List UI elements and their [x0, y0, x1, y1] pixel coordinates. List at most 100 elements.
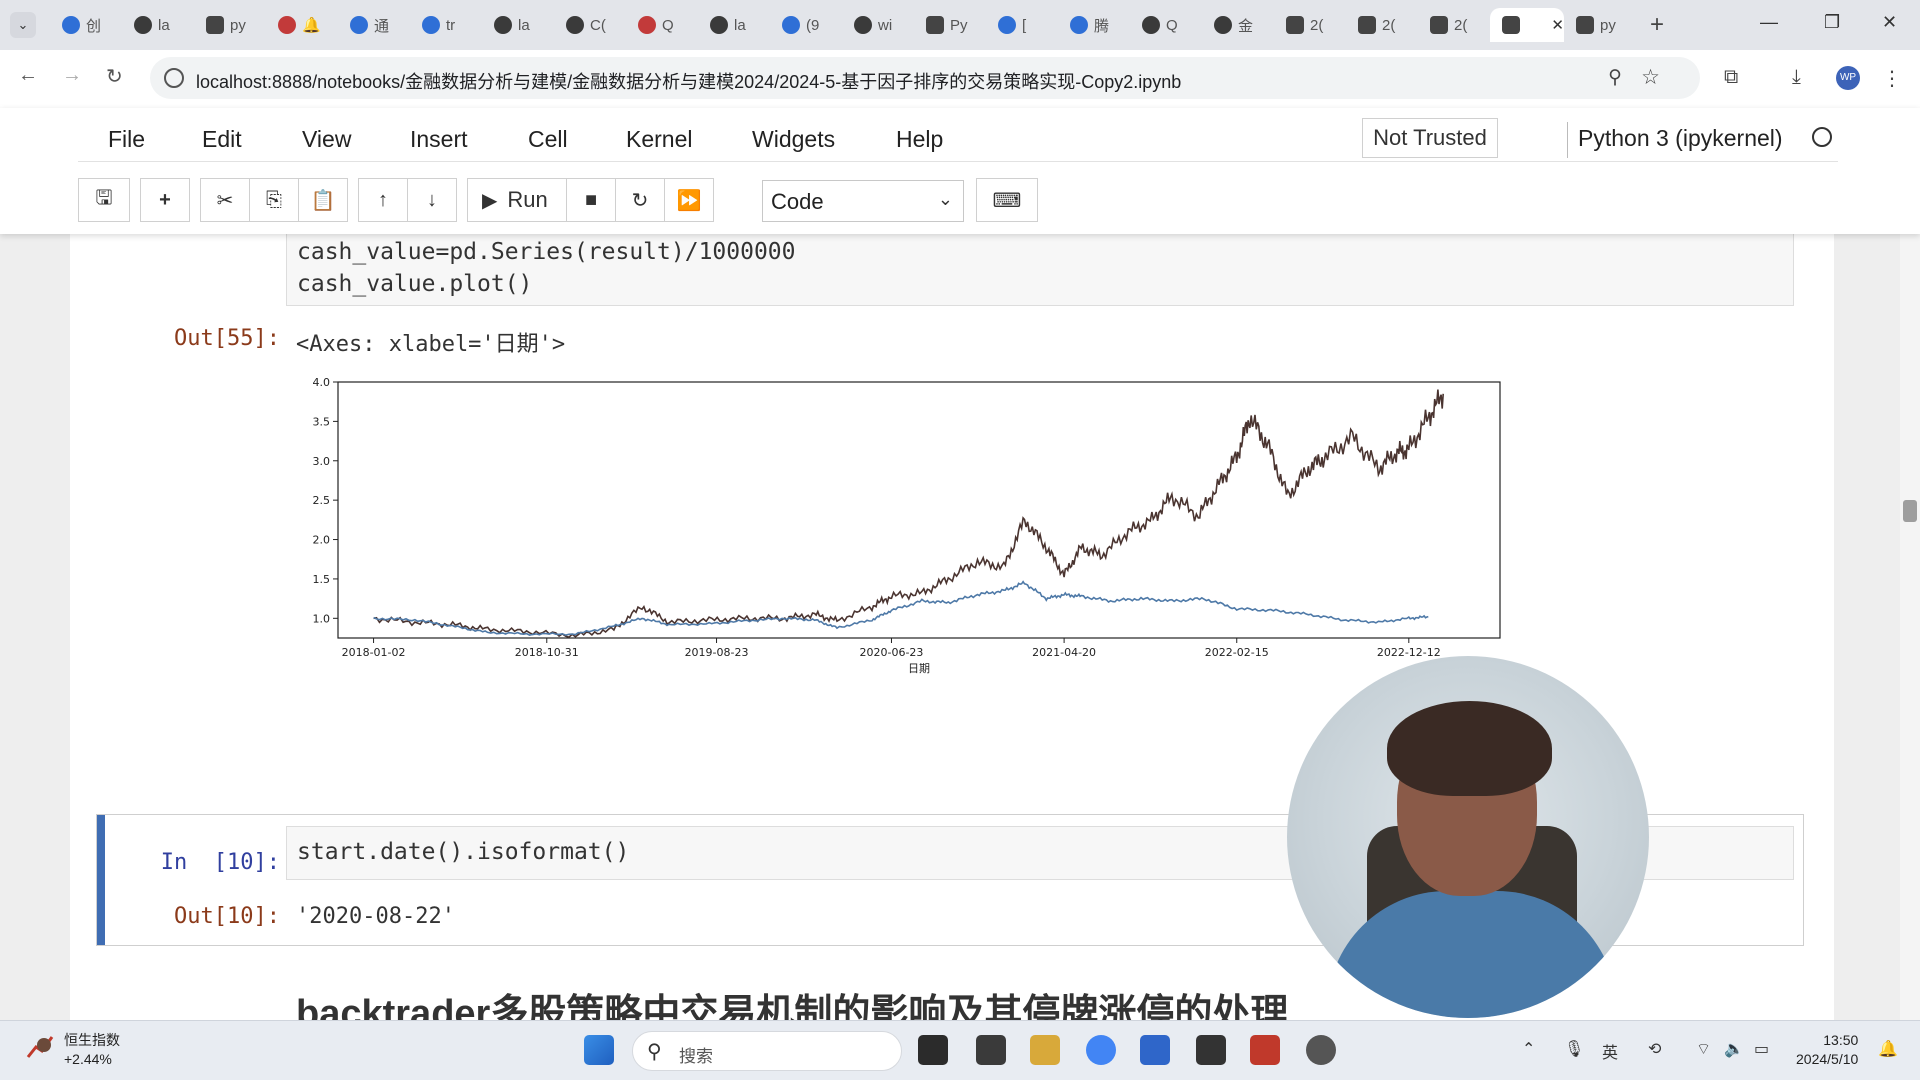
browser-tab-active[interactable]: ✕	[1490, 8, 1564, 42]
clock[interactable]: 13:50 2024/5/10	[1796, 1031, 1858, 1069]
menu-cell[interactable]: Cell	[528, 126, 568, 153]
menu-help[interactable]: Help	[896, 126, 943, 153]
more-menu-icon[interactable]: ⋮	[1882, 66, 1902, 91]
market-widget[interactable]: 恒生指数 +2.44%	[64, 1031, 120, 1069]
wifi-icon[interactable]: ⌔	[1696, 1039, 1711, 1059]
browser-tab[interactable]: 2(	[1274, 8, 1346, 42]
browser-tab[interactable]: 2(	[1418, 8, 1490, 42]
keyboard-shortcuts-icon[interactable]: ⌨	[976, 178, 1038, 222]
browser-tab[interactable]: Py	[914, 8, 986, 42]
restore-icon[interactable]: ❐	[1824, 12, 1840, 33]
browser-tab[interactable]: (9	[770, 8, 842, 42]
microphone-icon[interactable]: 🎙	[1564, 1039, 1584, 1059]
close-tab-icon[interactable]: ✕	[1551, 16, 1564, 34]
url-text[interactable]: localhost:8888/notebooks/金融数据分析与建模/金融数据分…	[196, 68, 1181, 94]
tab-title: (9	[806, 16, 820, 34]
browser-tab[interactable]: 腾	[1058, 8, 1130, 42]
volume-icon[interactable]: 🔈	[1724, 1039, 1744, 1059]
tray-chevron-up-icon[interactable]: ⌃	[1522, 1039, 1535, 1059]
paste-icon[interactable]: 📋	[298, 178, 348, 222]
cell-type-select[interactable]: Code ⌄	[762, 180, 964, 222]
kernel-name[interactable]: Python 3 (ipykernel)	[1578, 125, 1783, 152]
taskbar-search[interactable]: ⚲ 搜索	[632, 1031, 902, 1071]
browser-tab[interactable]: py	[1564, 8, 1636, 42]
browser-tab[interactable]: 通	[338, 8, 410, 42]
file-explorer-icon[interactable]	[1030, 1035, 1060, 1065]
battery-icon[interactable]: ▭	[1754, 1039, 1769, 1059]
ime-icon[interactable]: 英	[1602, 1039, 1618, 1063]
markdown-heading[interactable]: backtrader多股策略中交易机制的影响及其停牌涨停的处理	[296, 982, 1288, 1020]
back-arrow-icon[interactable]: ←	[18, 64, 38, 87]
download-icon[interactable]: ⤓	[1792, 66, 1801, 89]
tab-title: 通	[374, 17, 390, 35]
forward-arrow-icon[interactable]: →	[62, 64, 82, 87]
task-view-icon[interactable]	[918, 1035, 948, 1065]
code-input-cell-55[interactable]: cash_value=pd.Series(result)/1000000 cas…	[286, 234, 1794, 306]
scrollbar-thumb[interactable]	[1903, 500, 1917, 522]
cmd-icon[interactable]	[1196, 1035, 1226, 1065]
code-line[interactable]: cash_value.plot()	[297, 271, 532, 297]
not-trusted-button[interactable]: Not Trusted	[1362, 118, 1498, 158]
copy-icon[interactable]: ⎘	[249, 178, 299, 222]
notification-bell-icon[interactable]: 🔔	[1878, 1039, 1898, 1059]
vscode-icon[interactable]	[1140, 1035, 1170, 1065]
run-button[interactable]: ▶ Run	[467, 178, 567, 222]
close-window-icon[interactable]: ✕	[1882, 12, 1897, 33]
menu-kernel[interactable]: Kernel	[626, 126, 692, 153]
browser-tab-strip: ⌄ 创 la py 🔔 通 tr la C(Qla (9 wi Py[腾 Q 金 2(2(2(✕ py + …	[0, 0, 1920, 50]
browser-tab[interactable]: 🔔	[266, 8, 338, 42]
stop-icon[interactable]: ■	[566, 178, 616, 222]
browser-tab[interactable]: C(	[554, 8, 626, 42]
menu-edit[interactable]: Edit	[202, 126, 242, 153]
wps-icon[interactable]	[1250, 1035, 1280, 1065]
browser-tab[interactable]: 金	[1202, 8, 1274, 42]
browser-tab[interactable]: wi	[842, 8, 914, 42]
reload-icon[interactable]: ↻	[106, 64, 123, 89]
chrome-icon[interactable]	[1086, 1035, 1116, 1065]
cut-icon[interactable]: ✂	[200, 178, 250, 222]
webcam-overlay	[1287, 656, 1649, 1018]
extensions-icon[interactable]: ⧉	[1724, 66, 1738, 89]
app-icon[interactable]	[1306, 1035, 1336, 1065]
new-tab-plus-icon[interactable]: +	[1650, 11, 1664, 39]
browser-tab[interactable]: tr	[410, 8, 482, 42]
restart-icon[interactable]: ↻	[615, 178, 665, 222]
mail-icon	[278, 16, 296, 34]
code-line[interactable]: cash_value=pd.Series(result)/1000000	[297, 239, 796, 265]
zoom-icon[interactable]: ⚲	[1608, 66, 1622, 89]
browser-tab[interactable]: Q	[1130, 8, 1202, 42]
menu-widgets[interactable]: Widgets	[752, 126, 835, 153]
tab-search-chevron-icon[interactable]: ⌄	[10, 12, 36, 38]
x-tick-label: 2021-04-20	[1032, 646, 1096, 659]
tab-title: [	[1022, 16, 1027, 34]
browser-tab[interactable]: Q	[626, 8, 698, 42]
stock-chart-icon[interactable]	[26, 1033, 56, 1061]
minimize-icon[interactable]: —	[1760, 12, 1778, 33]
menu-view[interactable]: View	[302, 126, 351, 153]
browser-tab[interactable]: la	[698, 8, 770, 42]
move-up-arrow-icon[interactable]: ↑	[358, 178, 408, 222]
x-tick-label: 2020-06-23	[860, 646, 924, 659]
code-line[interactable]: start.date().isoformat()	[297, 839, 629, 865]
browser-tab[interactable]: 2(	[1346, 8, 1418, 42]
omnibox[interactable]: localhost:8888/notebooks/金融数据分析与建模/金融数据分…	[150, 57, 1700, 99]
insert-cell-plus-icon[interactable]: +	[140, 178, 190, 222]
browser-tab[interactable]: la	[122, 8, 194, 42]
save-icon[interactable]: 🖫	[78, 178, 130, 222]
move-down-arrow-icon[interactable]: ↓	[407, 178, 457, 222]
site-info-icon[interactable]	[164, 68, 184, 88]
profile-avatar[interactable]: WP	[1836, 66, 1860, 90]
scrollbar-track[interactable]	[1900, 234, 1920, 1020]
browser-tab[interactable]: 创	[50, 8, 122, 42]
windows-start-icon[interactable]	[584, 1035, 614, 1065]
terminal-app-icon[interactable]	[976, 1035, 1006, 1065]
browser-tab[interactable]: py	[194, 8, 266, 42]
bookmark-star-icon[interactable]: ☆	[1641, 65, 1660, 90]
browser-tab[interactable]: [	[986, 8, 1058, 42]
menu-insert[interactable]: Insert	[410, 126, 468, 153]
notebook-icon	[1358, 16, 1376, 34]
restart-run-all-icon[interactable]: ⏩	[664, 178, 714, 222]
menu-file[interactable]: File	[108, 126, 145, 153]
app-tray-icon[interactable]: ⟲	[1648, 1039, 1661, 1059]
browser-tab[interactable]: la	[482, 8, 554, 42]
